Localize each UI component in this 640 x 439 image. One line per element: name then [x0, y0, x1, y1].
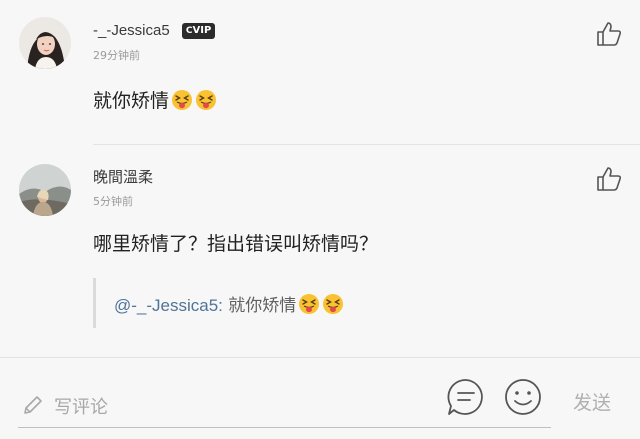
quoted-text: 就你矫情	[222, 296, 297, 316]
comment-input-bar: 写评论 发送	[0, 357, 640, 439]
thumbs-up-icon[interactable]	[595, 20, 623, 48]
pencil-icon	[24, 396, 42, 414]
comment-username[interactable]: 晚間溫柔	[93, 166, 153, 187]
comment-time: 5分钟前	[93, 195, 133, 208]
send-button[interactable]: 发送	[573, 388, 611, 415]
squint-tongue-emoji-icon	[323, 294, 344, 314]
squint-tongue-emoji-icon	[299, 294, 320, 314]
input-underline	[18, 427, 551, 428]
comment-content: 就你矫情	[93, 86, 217, 113]
username-text[interactable]: -_-Jessica5	[93, 22, 170, 39]
quoted-comment[interactable]: @-_-Jessica5: 就你矫情	[93, 278, 640, 328]
comment-content: 哪里矫情了？指出错误叫矫情吗？	[93, 233, 379, 255]
comment-username[interactable]: -_-Jessica5 CVIP	[93, 22, 216, 39]
smiley-icon[interactable]	[503, 377, 543, 417]
avatar[interactable]	[19, 164, 71, 216]
comment-text: 就你矫情	[93, 90, 170, 112]
avatar[interactable]	[19, 17, 71, 69]
comment-input-placeholder: 写评论	[54, 397, 108, 418]
comment-time: 29分钟前	[93, 49, 140, 62]
comment-list-icon[interactable]	[446, 377, 486, 417]
quoted-comment-body: @-_-Jessica5: 就你矫情	[114, 291, 344, 316]
squint-tongue-emoji-icon	[172, 90, 193, 110]
quoted-mention[interactable]: @-_-Jessica5:	[114, 296, 223, 315]
thumbs-up-icon[interactable]	[595, 165, 623, 193]
comment-item: -_-Jessica5 CVIP 29分钟前 就你矫情	[0, 0, 640, 145]
squint-tongue-emoji-icon	[196, 90, 217, 110]
vip-badge: CVIP	[181, 23, 216, 39]
